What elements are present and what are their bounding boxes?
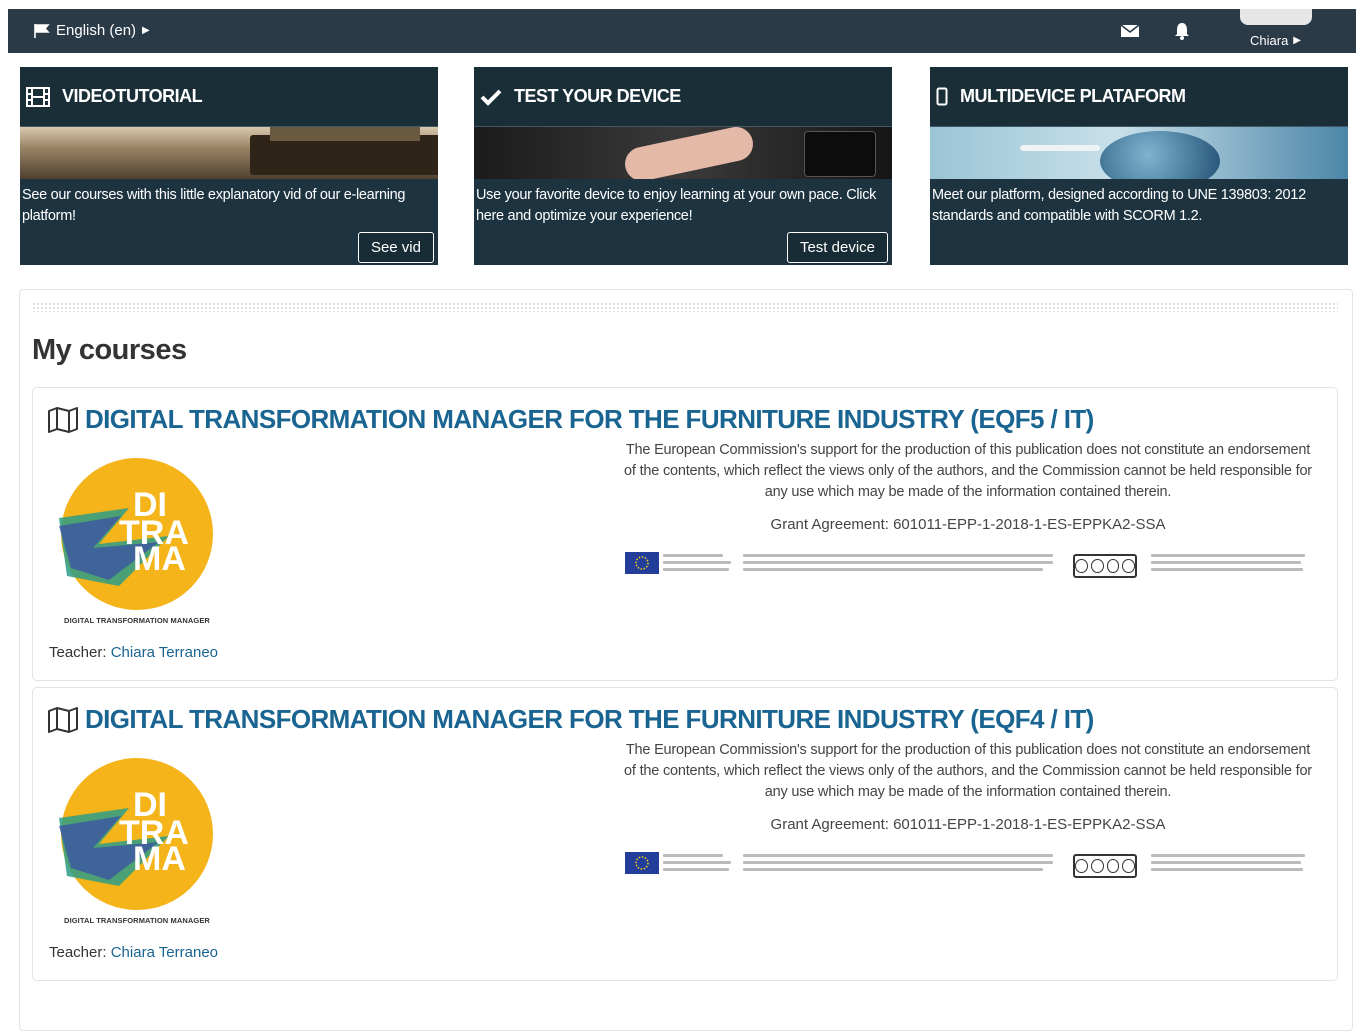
creative-commons-badge bbox=[1073, 554, 1137, 578]
card-test-device: TEST YOUR DEVICE Use your favorite devic… bbox=[474, 67, 892, 265]
creative-commons-badge bbox=[1073, 854, 1137, 878]
eu-flag-icon bbox=[625, 552, 659, 574]
envelope-icon[interactable] bbox=[1120, 22, 1140, 40]
course-title: DIGITAL TRANSFORMATION MANAGER FOR THE F… bbox=[85, 704, 1094, 734]
course-item: DIGITAL TRANSFORMATION MANAGER FOR THE F… bbox=[32, 687, 1338, 981]
my-courses-panel: My courses DIGITAL TRANSFORMATION MANAGE… bbox=[19, 289, 1353, 1031]
card-header: MULTIDEVICE PLATAFORM bbox=[930, 67, 1348, 127]
film-icon bbox=[26, 86, 50, 107]
teacher-label: Teacher: bbox=[49, 944, 107, 961]
course-title-link[interactable]: DIGITAL TRANSFORMATION MANAGER FOR THE F… bbox=[47, 404, 1094, 435]
teacher-link[interactable]: Chiara Terraneo bbox=[111, 644, 218, 661]
logo-caption: DIGITAL TRANSFORMATION MANAGER bbox=[64, 916, 210, 925]
user-menu[interactable]: Chiara ▶ bbox=[1250, 33, 1301, 48]
logo-caption: DIGITAL TRANSFORMATION MANAGER bbox=[64, 616, 210, 625]
logo-text-ma: MA bbox=[133, 540, 186, 578]
card-image-hands-device bbox=[474, 127, 892, 179]
funding-logos-strip bbox=[625, 550, 1315, 578]
map-icon bbox=[48, 706, 78, 733]
caret-right-icon: ▶ bbox=[1293, 35, 1301, 46]
card-title: MULTIDEVICE PLATAFORM bbox=[960, 86, 1186, 106]
card-image-books bbox=[20, 127, 438, 179]
card-videotutorial: VIDEOTUTORIAL See our courses with this … bbox=[20, 67, 438, 265]
card-description: See our courses with this little explana… bbox=[22, 187, 406, 224]
see-vid-button[interactable]: See vid bbox=[357, 232, 434, 263]
test-device-button[interactable]: Test device bbox=[786, 232, 888, 263]
flag-icon bbox=[34, 23, 50, 38]
dotted-divider bbox=[32, 302, 1338, 312]
map-icon bbox=[48, 406, 78, 433]
top-navbar: English (en) ▶ Chiara ▶ bbox=[8, 9, 1356, 53]
page-title: My courses bbox=[32, 334, 187, 366]
avatar[interactable] bbox=[1240, 9, 1312, 25]
card-header: TEST YOUR DEVICE bbox=[474, 67, 892, 127]
card-multidevice: MULTIDEVICE PLATAFORM Meet our platform,… bbox=[930, 67, 1348, 265]
card-description: Meet our platform, designed according to… bbox=[932, 187, 1306, 224]
card-image-globe-plane bbox=[930, 127, 1348, 179]
grant-agreement: Grant Agreement: 601011-EPP-1-2018-1-ES-… bbox=[770, 816, 1166, 833]
course-teacher: Teacher: Chiara Terraneo bbox=[49, 944, 218, 961]
card-title: TEST YOUR DEVICE bbox=[514, 86, 681, 106]
course-item: DIGITAL TRANSFORMATION MANAGER FOR THE F… bbox=[32, 387, 1338, 681]
card-description: Use your favorite device to enjoy learni… bbox=[476, 187, 877, 224]
card-title: VIDEOTUTORIAL bbox=[62, 86, 203, 106]
teacher-label: Teacher: bbox=[49, 644, 107, 661]
language-menu[interactable]: English (en) ▶ bbox=[34, 22, 150, 39]
card-header: VIDEOTUTORIAL bbox=[20, 67, 438, 127]
grant-agreement: Grant Agreement: 601011-EPP-1-2018-1-ES-… bbox=[770, 516, 1166, 533]
user-name: Chiara bbox=[1250, 33, 1289, 48]
eu-disclaimer: The European Commission's support for th… bbox=[624, 442, 1312, 500]
funding-logos-strip bbox=[625, 850, 1315, 878]
mobile-icon bbox=[936, 87, 948, 105]
eu-flag-icon bbox=[625, 852, 659, 874]
teacher-link[interactable]: Chiara Terraneo bbox=[111, 944, 218, 961]
ditrama-logo: DI TRA MA bbox=[59, 458, 213, 610]
course-teacher: Teacher: Chiara Terraneo bbox=[49, 644, 218, 661]
language-label: English (en) bbox=[56, 22, 137, 39]
course-title: DIGITAL TRANSFORMATION MANAGER FOR THE F… bbox=[85, 404, 1094, 434]
ditrama-logo: DI TRA MA bbox=[59, 758, 213, 910]
caret-right-icon: ▶ bbox=[142, 25, 150, 36]
eu-disclaimer: The European Commission's support for th… bbox=[624, 742, 1312, 800]
logo-text-ma: MA bbox=[133, 840, 186, 878]
course-title-link[interactable]: DIGITAL TRANSFORMATION MANAGER FOR THE F… bbox=[47, 704, 1094, 735]
bell-icon[interactable] bbox=[1172, 22, 1192, 40]
check-icon bbox=[480, 89, 502, 106]
